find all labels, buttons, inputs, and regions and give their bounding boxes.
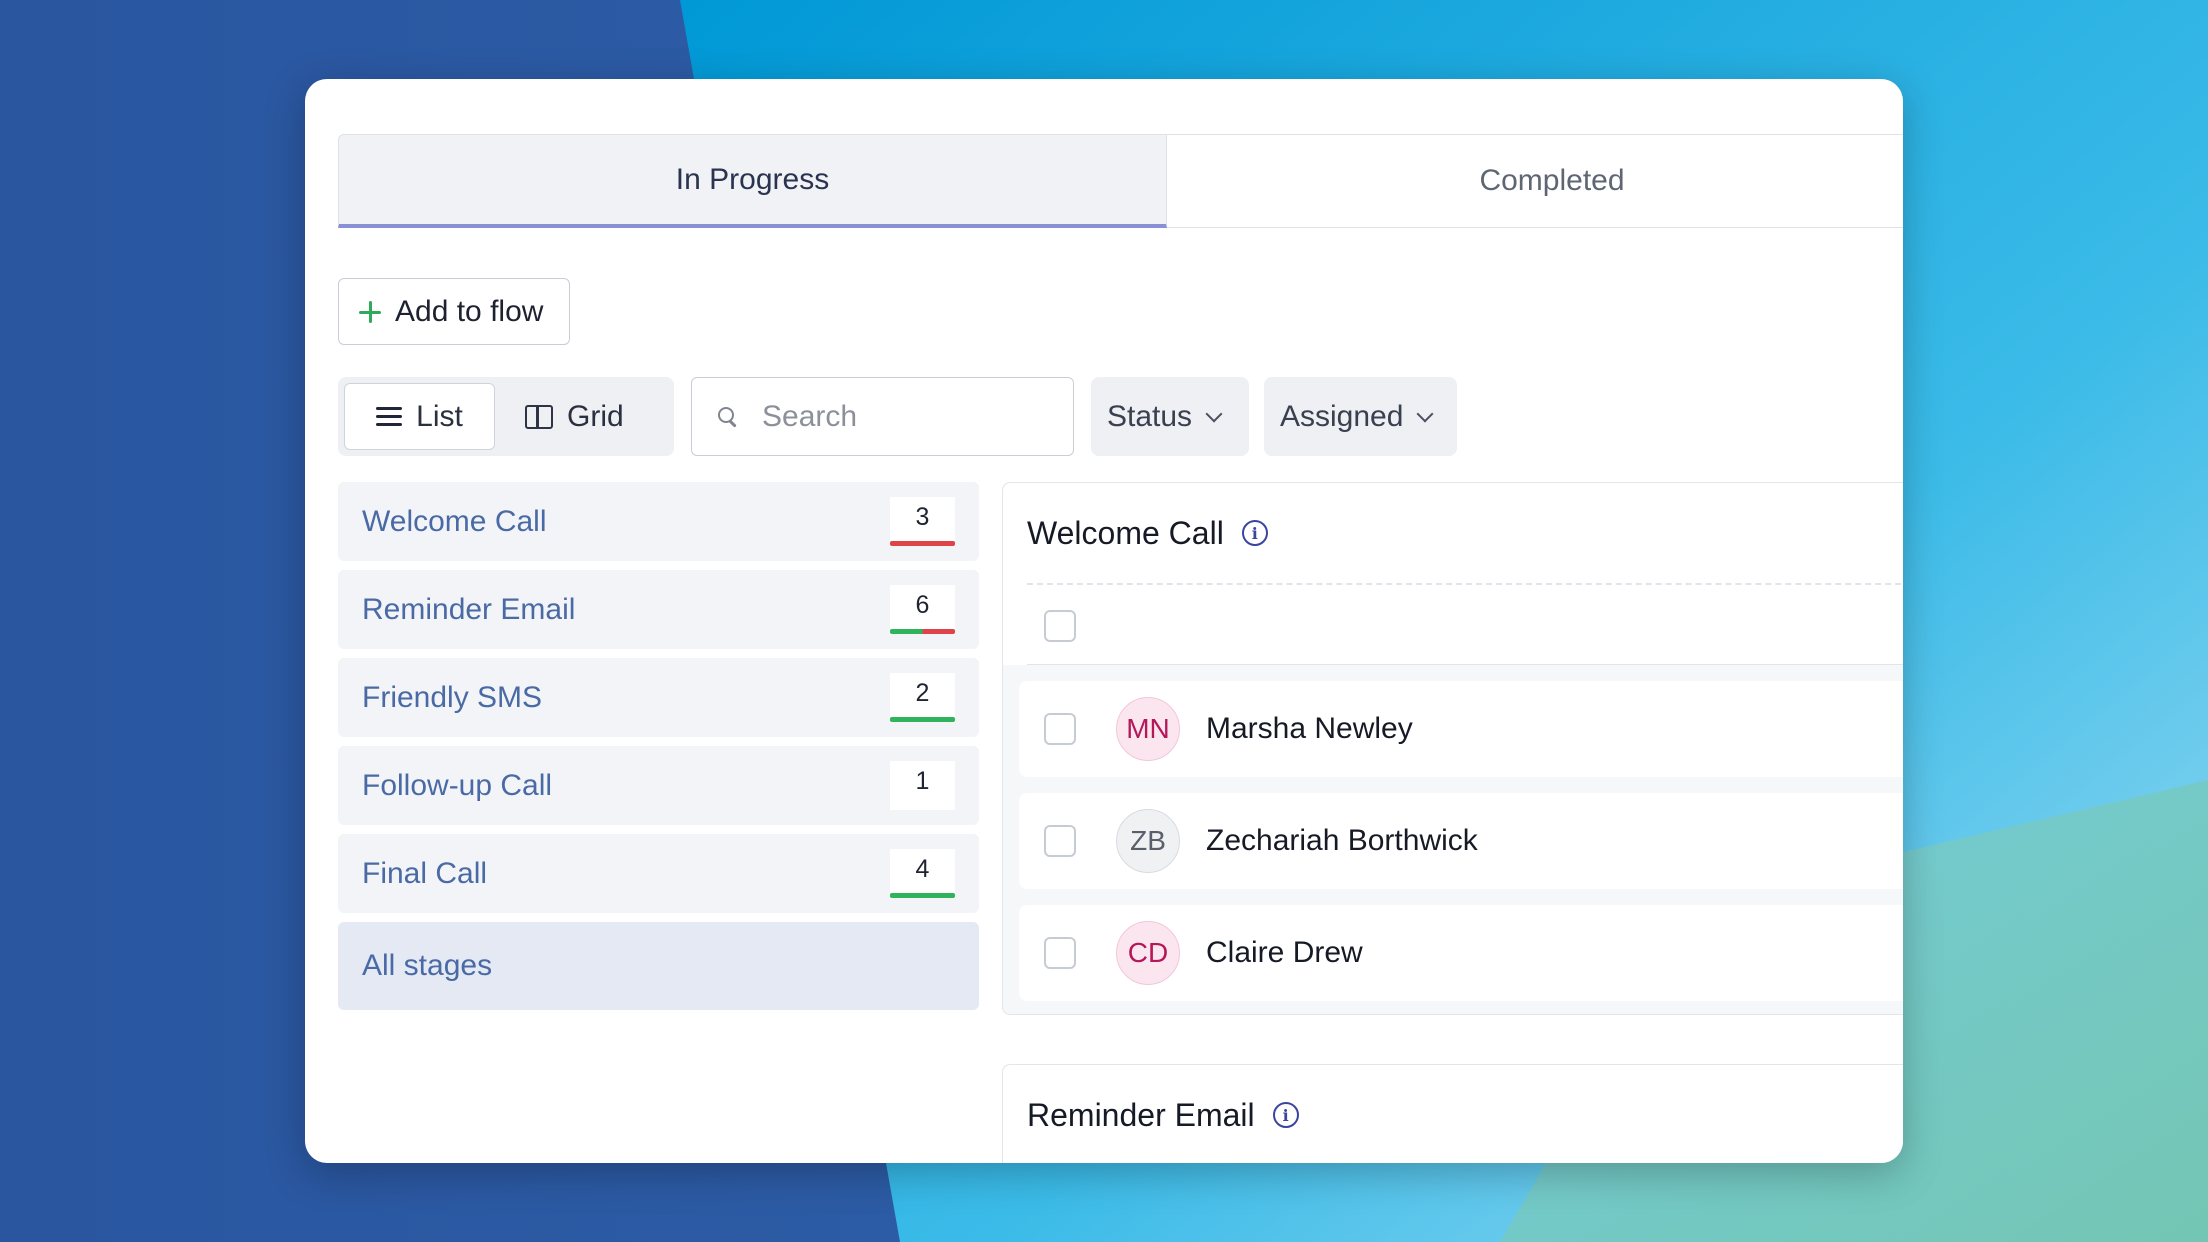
stage-list: Welcome Call 3 Reminder Email 6 Friendly… xyxy=(338,482,979,1019)
grid-view-label: Grid xyxy=(567,399,624,433)
search-input[interactable] xyxy=(762,399,1022,434)
stage-count: 4 xyxy=(915,855,930,883)
stage-count-badge: 2 xyxy=(890,673,955,722)
contact-list: MN Marsha Newley ZB Zechariah Borthwick … xyxy=(1003,665,1903,1001)
chevron-down-icon xyxy=(1416,405,1434,422)
search-icon xyxy=(718,406,738,427)
stage-item[interactable]: Friendly SMS 2 xyxy=(338,658,979,737)
search-box xyxy=(691,377,1074,456)
chevron-down-icon xyxy=(1205,405,1223,422)
plus-icon xyxy=(359,300,381,323)
panel-title: Reminder Email xyxy=(1027,1096,1255,1133)
stage-count-bar xyxy=(890,541,955,546)
stage-label: Reminder Email xyxy=(362,592,576,626)
stage-item[interactable]: Follow-up Call 1 xyxy=(338,746,979,825)
select-all-row xyxy=(1027,583,1903,665)
add-to-flow-label: Add to flow xyxy=(395,294,544,328)
stage-count: 2 xyxy=(915,679,930,707)
list-view-label: List xyxy=(416,399,463,433)
stage-count: 1 xyxy=(915,767,930,795)
panel-header: Reminder Email i xyxy=(1003,1065,1903,1163)
stage-panel-reminder-email: Reminder Email i xyxy=(1002,1064,1903,1163)
list-icon xyxy=(376,406,403,427)
stage-count-badge: 1 xyxy=(890,761,955,810)
stage-item-all[interactable]: All stages xyxy=(338,922,979,1010)
stage-label: Friendly SMS xyxy=(362,680,543,714)
status-tabs: In Progress Completed xyxy=(338,134,1903,228)
stage-item[interactable]: Reminder Email 6 xyxy=(338,570,979,649)
grid-icon xyxy=(525,404,553,429)
view-toggle: List Grid xyxy=(338,377,674,456)
list-view-button[interactable]: List xyxy=(344,383,495,450)
avatar: ZB xyxy=(1116,809,1180,873)
stage-item[interactable]: Final Call 4 xyxy=(338,834,979,913)
stage-count-badge: 4 xyxy=(890,849,955,898)
contact-checkbox[interactable] xyxy=(1044,825,1076,857)
stage-count: 6 xyxy=(915,591,930,619)
info-icon[interactable]: i xyxy=(1272,1102,1299,1128)
contact-name: Claire Drew xyxy=(1206,936,1363,969)
stage-count-bar xyxy=(890,717,955,722)
avatar: CD xyxy=(1116,921,1180,985)
panel-header: Welcome Call i xyxy=(1003,483,1903,583)
stage-label: Welcome Call xyxy=(362,504,547,538)
contact-row[interactable]: CD Claire Drew xyxy=(1019,905,1903,1001)
tab-in-progress[interactable]: In Progress xyxy=(338,134,1167,228)
contact-checkbox[interactable] xyxy=(1044,937,1076,969)
app-window: In Progress Completed Add to flow List G… xyxy=(305,79,1903,1163)
all-stages-label: All stages xyxy=(362,949,493,982)
grid-view-button[interactable]: Grid xyxy=(495,383,624,450)
contact-checkbox[interactable] xyxy=(1044,713,1076,745)
stage-item[interactable]: Welcome Call 3 xyxy=(338,482,979,561)
stage-label: Final Call xyxy=(362,856,488,890)
stage-panel-welcome-call: Welcome Call i MN Marsha Newley ZB Zecha… xyxy=(1002,482,1903,1015)
select-all-checkbox[interactable] xyxy=(1044,610,1076,642)
stage-count-bar xyxy=(890,893,955,898)
add-to-flow-button[interactable]: Add to flow xyxy=(338,278,570,345)
info-icon[interactable]: i xyxy=(1241,520,1268,546)
stage-count-bar xyxy=(890,629,955,634)
avatar: MN xyxy=(1116,697,1180,761)
tab-completed[interactable]: Completed xyxy=(1167,134,1903,228)
assigned-filter-dropdown[interactable]: Assigned xyxy=(1264,377,1457,456)
status-filter-dropdown[interactable]: Status xyxy=(1091,377,1249,456)
stage-label: Follow-up Call xyxy=(362,768,553,802)
contact-name: Marsha Newley xyxy=(1206,712,1413,745)
contact-row[interactable]: ZB Zechariah Borthwick xyxy=(1019,793,1903,889)
panel-title: Welcome Call xyxy=(1027,514,1224,551)
stage-count-badge: 3 xyxy=(890,497,955,546)
stage-count-badge: 6 xyxy=(890,585,955,634)
contact-name: Zechariah Borthwick xyxy=(1206,824,1478,857)
contact-row[interactable]: MN Marsha Newley xyxy=(1019,681,1903,777)
stage-count: 3 xyxy=(915,503,930,531)
status-filter-label: Status xyxy=(1107,399,1193,433)
assigned-filter-label: Assigned xyxy=(1280,399,1404,433)
